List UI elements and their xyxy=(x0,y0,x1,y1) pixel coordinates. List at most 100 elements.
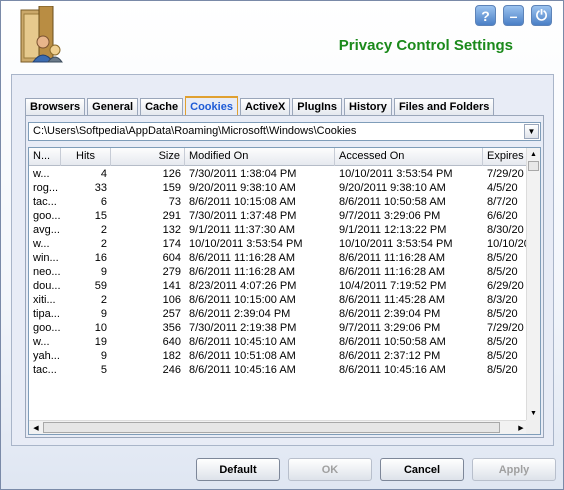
vertical-scrollbar[interactable]: ▲ ▼ xyxy=(526,148,540,420)
table-row[interactable]: w... 2 174 10/10/2011 3:53:54 PM 10/10/2011 … xyxy=(29,237,528,251)
horizontal-scrollbar[interactable]: ◀ ▶ xyxy=(29,420,528,434)
tab-history[interactable]: History xyxy=(344,98,392,116)
cell-name: tipa... xyxy=(33,308,60,320)
tab-cookies[interactable]: Cookies xyxy=(185,96,238,116)
tab-cache[interactable]: Cache xyxy=(140,98,184,116)
default-button[interactable]: Default xyxy=(196,458,280,481)
tab-general[interactable]: General xyxy=(87,98,139,116)
cookie-path-select[interactable]: C:\Users\Softpedia\AppData\Roaming\Micro… xyxy=(28,122,541,141)
cell-name: w... xyxy=(33,238,50,250)
table-row[interactable]: w... 19 640 8/6/2011 10:45:10 AM 8/6/2011 10… xyxy=(29,335,528,349)
table-row[interactable]: xiti... 2 106 8/6/2011 10:15:00 AM 8/6/2011 … xyxy=(29,293,528,307)
cell-size: 291 xyxy=(162,210,181,222)
cell-hits: 2 xyxy=(100,294,107,306)
cell-size: 126 xyxy=(162,168,181,180)
cell-expires: 6/29/20 xyxy=(487,280,524,292)
apply-button[interactable]: Apply xyxy=(472,458,556,481)
cell-hits: 5 xyxy=(100,364,107,376)
cell-hits: 9 xyxy=(100,266,107,278)
cell-size: 356 xyxy=(162,322,181,334)
cell-name: goo... xyxy=(33,322,61,334)
cell-expires: 8/5/20 xyxy=(487,266,518,278)
horizontal-scroll-thumb[interactable] xyxy=(43,422,500,433)
cell-modified-on: 8/6/2011 11:16:28 AM xyxy=(189,266,296,278)
cell-expires: 8/7/20 xyxy=(487,196,518,208)
window-header: Privacy Control Settings ? – ⏻ xyxy=(1,1,563,69)
power-icon: ⏻ xyxy=(535,7,548,23)
tab-activex[interactable]: ActiveX xyxy=(239,98,291,116)
cell-expires: 7/29/20 xyxy=(487,322,524,334)
cell-accessed-on: 8/6/2011 11:45:28 AM xyxy=(339,294,446,306)
cell-name: w... xyxy=(33,168,50,180)
table-row[interactable]: tipa... 9 257 8/6/2011 2:39:04 PM 8/6/2011 2… xyxy=(29,307,528,321)
table-row[interactable]: goo... 10 356 7/30/2011 2:19:38 PM 9/7/2011 … xyxy=(29,321,528,335)
table-row[interactable]: w... 4 126 7/30/2011 1:38:04 PM 10/10/2011 3… xyxy=(29,167,528,181)
minimize-icon: – xyxy=(509,7,518,24)
column-modified-on[interactable]: Modified On xyxy=(185,148,335,166)
cell-expires: 4/5/20 xyxy=(487,182,518,194)
cookies-list[interactable]: N... Hits Size Modified On Accessed On E… xyxy=(28,147,541,435)
cell-modified-on: 8/6/2011 2:39:04 PM xyxy=(189,308,291,320)
cell-modified-on: 8/6/2011 10:51:08 AM xyxy=(189,350,296,362)
cell-size: 640 xyxy=(162,336,181,348)
help-icon: ? xyxy=(481,7,490,24)
column-name[interactable]: N... xyxy=(29,148,61,166)
cell-size: 604 xyxy=(162,252,181,264)
cell-hits: 33 xyxy=(94,182,107,194)
cancel-button[interactable]: Cancel xyxy=(380,458,464,481)
chevron-down-icon[interactable]: ▼ xyxy=(524,124,539,139)
cell-size: 257 xyxy=(162,308,181,320)
table-row[interactable]: tac... 6 73 8/6/2011 10:15:08 AM 8/6/2011 10… xyxy=(29,195,528,209)
cell-hits: 2 xyxy=(100,224,107,236)
minimize-button[interactable]: – xyxy=(503,5,524,26)
table-row[interactable]: tac... 5 246 8/6/2011 10:45:16 AM 8/6/2011 1… xyxy=(29,363,528,377)
column-accessed-on[interactable]: Accessed On xyxy=(335,148,483,166)
table-row[interactable]: win... 16 604 8/6/2011 11:16:28 AM 8/6/2011 … xyxy=(29,251,528,265)
cell-name: goo... xyxy=(33,210,61,222)
tab-plugins[interactable]: PlugIns xyxy=(292,98,343,116)
power-button[interactable]: ⏻ xyxy=(531,5,552,26)
column-hits[interactable]: Hits xyxy=(61,148,111,166)
scroll-up-icon[interactable]: ▲ xyxy=(527,148,540,161)
cell-hits: 9 xyxy=(100,350,107,362)
cell-accessed-on: 9/1/2011 12:13:22 PM xyxy=(339,224,447,236)
cell-hits: 4 xyxy=(100,168,107,180)
cell-accessed-on: 10/10/2011 3:53:54 PM xyxy=(339,238,453,250)
cell-hits: 19 xyxy=(94,336,107,348)
table-row[interactable]: dou... 59 141 8/23/2011 4:07:26 PM 10/4/2011… xyxy=(29,279,528,293)
cell-expires: 6/6/20 xyxy=(487,210,518,222)
cell-name: tac... xyxy=(33,196,57,208)
cell-modified-on: 9/20/2011 9:38:10 AM xyxy=(189,182,296,194)
scroll-left-icon[interactable]: ◀ xyxy=(29,421,43,434)
vertical-scroll-thumb[interactable] xyxy=(528,161,539,171)
table-row[interactable]: avg... 2 132 9/1/2011 11:37:30 AM 9/1/2011 1… xyxy=(29,223,528,237)
cell-hits: 16 xyxy=(94,252,107,264)
cell-size: 132 xyxy=(162,224,181,236)
cell-hits: 2 xyxy=(100,238,107,250)
table-row[interactable]: goo... 15 291 7/30/2011 1:37:48 PM 9/7/2011 … xyxy=(29,209,528,223)
table-row[interactable]: neo... 9 279 8/6/2011 11:16:28 AM 8/6/2011 1… xyxy=(29,265,528,279)
tab-browsers[interactable]: Browsers xyxy=(25,98,86,116)
cell-accessed-on: 8/6/2011 10:50:58 AM xyxy=(339,196,446,208)
ok-button[interactable]: OK xyxy=(288,458,372,481)
list-header: N... Hits Size Modified On Accessed On E… xyxy=(29,148,528,166)
help-button[interactable]: ? xyxy=(475,5,496,26)
tab-bar: Browsers General Cache Cookies ActiveX P… xyxy=(25,96,496,116)
column-size[interactable]: Size xyxy=(111,148,185,166)
cell-modified-on: 7/30/2011 2:19:38 PM xyxy=(189,322,297,334)
cell-accessed-on: 8/6/2011 11:16:28 AM xyxy=(339,266,446,278)
table-row[interactable]: yah... 9 182 8/6/2011 10:51:08 AM 8/6/2011 2… xyxy=(29,349,528,363)
tab-files-and-folders[interactable]: Files and Folders xyxy=(393,98,495,116)
cell-accessed-on: 8/6/2011 10:45:16 AM xyxy=(339,364,446,376)
scroll-down-icon[interactable]: ▼ xyxy=(527,407,540,420)
cell-hits: 10 xyxy=(94,322,107,334)
cookies-panel: C:\Users\Softpedia\AppData\Roaming\Micro… xyxy=(25,115,544,438)
cell-name: neo... xyxy=(33,266,61,278)
cell-size: 141 xyxy=(162,280,181,292)
cell-size: 106 xyxy=(162,294,181,306)
cell-modified-on: 8/6/2011 11:16:28 AM xyxy=(189,252,296,264)
cell-accessed-on: 9/7/2011 3:29:06 PM xyxy=(339,322,441,334)
table-row[interactable]: rog... 33 159 9/20/2011 9:38:10 AM 9/20/2011… xyxy=(29,181,528,195)
column-expires[interactable]: Expires xyxy=(483,148,528,166)
cell-size: 174 xyxy=(162,238,181,250)
